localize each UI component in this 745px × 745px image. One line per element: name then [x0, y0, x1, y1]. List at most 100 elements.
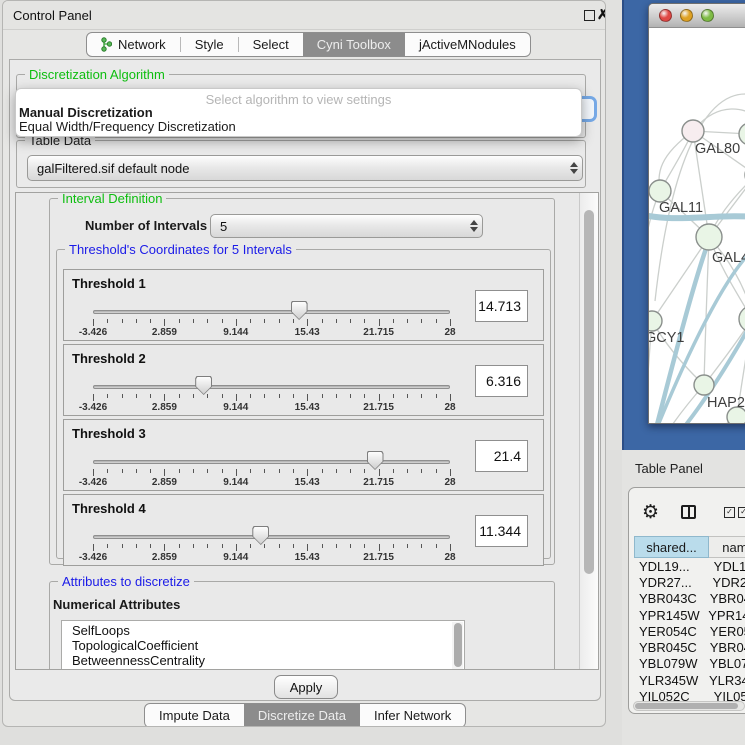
table-row[interactable]: YLR345WYLR345W [634, 672, 745, 688]
column-checkboxes-icon[interactable]: ✓✓ [724, 507, 745, 518]
slider-track[interactable] [93, 460, 450, 464]
attribute-list-item[interactable]: SelfLoops [62, 623, 464, 638]
vertical-scrollbar-thumb[interactable] [584, 210, 594, 574]
attribute-list-item[interactable]: BetweennessCentrality [62, 653, 464, 668]
cell-name[interactable]: YDL19... [709, 559, 745, 574]
cell-name[interactable]: YLR345W [704, 673, 745, 688]
cell-shared-name[interactable]: YLR345W [634, 673, 704, 688]
column-header-shared-name[interactable]: shared... [634, 536, 709, 558]
tab-discretize-data[interactable]: Discretize Data [244, 704, 360, 727]
network-node[interactable] [739, 306, 745, 332]
table-data-combobox[interactable]: galFiltered.sif default node [27, 155, 583, 181]
dropdown-option-manual-discretization[interactable]: Manual Discretization [19, 105, 153, 120]
slider-tick-label: 15.43 [295, 552, 320, 563]
stepper-icon [566, 156, 582, 180]
threshold-value-field[interactable]: 11.344 [475, 515, 528, 547]
float-window-icon[interactable] [584, 10, 595, 21]
slider-tick [307, 319, 308, 326]
vertical-scrollbar[interactable] [579, 193, 598, 669]
tab-network[interactable]: Network [87, 33, 180, 56]
threshold-panel-1: Threshold 1-3.4262.8599.14415.4321.71528… [63, 269, 544, 341]
cell-shared-name[interactable]: YBR043C [634, 591, 705, 606]
network-canvas[interactable]: GAL80GAGAL11GAL4GCY1HIHAP2 [649, 27, 745, 423]
slider-tick-label: 28 [444, 477, 455, 488]
threshold-value-field[interactable]: 21.4 [475, 440, 528, 472]
slider-track[interactable] [93, 310, 450, 314]
table-row[interactable]: YBL079WYBL079W [634, 656, 745, 672]
zoom-traffic-light[interactable] [701, 9, 714, 22]
slider-thumb[interactable] [291, 301, 308, 320]
threshold-value-field[interactable]: 6.316 [475, 365, 528, 397]
close-icon[interactable]: ✗ [597, 6, 606, 23]
cell-name[interactable]: YER054C [705, 624, 745, 639]
horizontal-scrollbar-thumb[interactable] [635, 703, 738, 709]
table-row[interactable]: YPR145WYPR145W [634, 607, 745, 623]
slider-track[interactable] [93, 535, 450, 539]
control-panel-titlebar[interactable]: Control Panel ✗ [3, 1, 605, 30]
network-node[interactable] [649, 311, 662, 331]
network-window-titlebar[interactable] [649, 4, 745, 28]
threshold-value-field[interactable]: 14.713 [475, 290, 528, 322]
stepper-icon [466, 215, 482, 237]
tab-content-area: Discretization Algorithm Select algorith… [9, 59, 601, 701]
table-row[interactable]: YBR043CYBR043C [634, 591, 745, 607]
network-node[interactable] [694, 375, 714, 395]
close-traffic-light[interactable] [659, 9, 672, 22]
threshold-panel-2: Threshold 2-3.4262.8599.14415.4321.71528… [63, 344, 544, 416]
slider-tick [179, 544, 180, 548]
network-node[interactable] [649, 180, 671, 202]
horizontal-scrollbar[interactable] [633, 701, 745, 711]
control-panel-title: Control Panel [13, 8, 92, 23]
slider-tick [436, 319, 437, 323]
slider-tick [164, 319, 165, 326]
tab-style[interactable]: Style [181, 33, 238, 56]
tab-jactivemnodules[interactable]: jActiveMNodules [405, 33, 530, 56]
list-scrollbar-thumb[interactable] [454, 623, 462, 667]
settings-gear-icon[interactable]: ⚙ [642, 501, 659, 523]
table-row[interactable]: YBR045CYBR045C [634, 639, 745, 655]
network-view-window[interactable]: GAL80GAGAL11GAL4GCY1HIHAP2 [648, 3, 745, 424]
cell-name[interactable]: YBR045C [705, 640, 745, 655]
attribute-list-item[interactable]: TopologicalCoefficient [62, 638, 464, 653]
slider-tick [236, 469, 237, 476]
tab-select[interactable]: Select [239, 33, 303, 56]
slider-tick-label: 9.144 [223, 552, 248, 563]
cell-shared-name[interactable]: YBR045C [634, 640, 705, 655]
cell-shared-name[interactable]: YPR145W [634, 608, 703, 623]
tab-infer-network[interactable]: Infer Network [360, 704, 465, 727]
network-node[interactable] [696, 224, 722, 250]
slider-tick-label: 9.144 [223, 402, 248, 413]
apply-button[interactable]: Apply [274, 675, 338, 699]
cell-name[interactable]: YBL079W [704, 656, 745, 671]
cell-shared-name[interactable]: YDL19... [634, 559, 709, 574]
dropdown-option-equal-width-frequency[interactable]: Equal Width/Frequency Discretization [19, 119, 236, 134]
cell-name[interactable]: YDR27... [707, 575, 745, 590]
network-edge[interactable] [652, 237, 709, 321]
tab-impute-data[interactable]: Impute Data [145, 704, 244, 727]
slider-tick [421, 469, 422, 473]
cell-shared-name[interactable]: YER054C [634, 624, 705, 639]
numerical-attributes-list[interactable]: SelfLoopsTopologicalCoefficientBetweenne… [61, 620, 465, 670]
table-row[interactable]: YDR27...YDR27... [634, 574, 745, 590]
split-columns-icon[interactable] [681, 505, 696, 519]
cell-shared-name[interactable]: YBL079W [634, 656, 704, 671]
network-node[interactable] [682, 120, 704, 142]
network-edge[interactable] [704, 319, 745, 385]
network-edge[interactable] [649, 191, 660, 423]
tab-cyni-toolbox[interactable]: Cyni Toolbox [303, 33, 405, 56]
slider-thumb[interactable] [252, 526, 269, 545]
minimize-traffic-light[interactable] [680, 9, 693, 22]
cell-shared-name[interactable]: YDR27... [634, 575, 707, 590]
slider-track[interactable] [93, 385, 450, 389]
cell-name[interactable]: YBR043C [705, 591, 745, 606]
cell-name[interactable]: YPR145W [703, 608, 745, 623]
slider-tick [322, 319, 323, 323]
table-row[interactable]: YDL19...YDL19... [634, 558, 745, 574]
number-of-intervals-combobox[interactable]: 5 [210, 214, 483, 238]
slider-tick [379, 544, 380, 551]
slider-tick [93, 469, 94, 476]
slider-thumb[interactable] [195, 376, 212, 395]
column-header-name[interactable]: name [709, 536, 745, 558]
table-row[interactable]: YER054CYER054C [634, 623, 745, 639]
slider-thumb[interactable] [367, 451, 384, 470]
